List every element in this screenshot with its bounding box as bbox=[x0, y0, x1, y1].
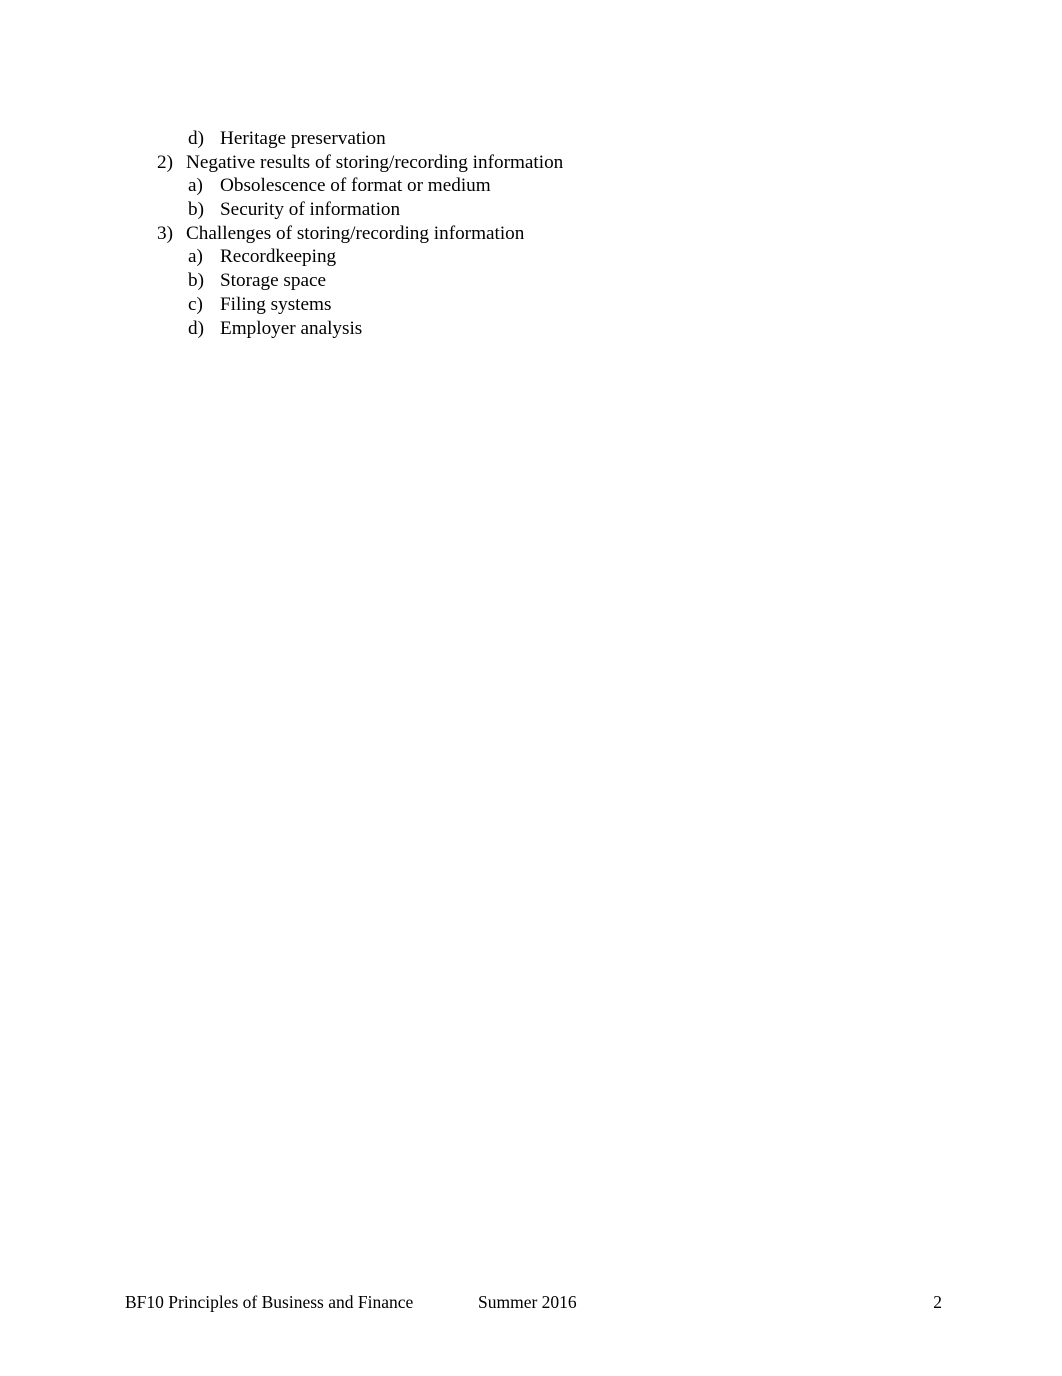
list-item: a) Obsolescence of format or medium bbox=[0, 174, 1062, 198]
list-item-marker: b) bbox=[188, 199, 204, 221]
list-item-marker: a) bbox=[188, 246, 203, 268]
list-item: 2) Negative results of storing/recording… bbox=[0, 151, 1062, 175]
list-item-label: Heritage preservation bbox=[220, 128, 386, 149]
list-item: d) Employer analysis bbox=[0, 317, 1062, 341]
list-item-label: Challenges of storing/recording informat… bbox=[186, 222, 525, 244]
list-item-marker: c) bbox=[188, 293, 203, 315]
list-item: c) Filing systems bbox=[0, 293, 1062, 317]
list-item: b) Storage space bbox=[0, 269, 1062, 293]
list-item-marker: d) bbox=[188, 128, 204, 149]
list-item-marker: a) bbox=[188, 175, 203, 197]
list-item-marker: b) bbox=[188, 270, 204, 292]
list-item-label: Filing systems bbox=[220, 293, 332, 315]
list-item: a) Recordkeeping bbox=[0, 245, 1062, 269]
footer-page-number: 2 bbox=[933, 1292, 942, 1312]
list-item-label: Storage space bbox=[220, 270, 327, 292]
list-item-marker: 3) bbox=[157, 222, 173, 244]
list-item-label: Negative results of storing/recording in… bbox=[186, 151, 564, 173]
list-item-label: Employer analysis bbox=[220, 317, 363, 339]
list-item-marker: d) bbox=[188, 317, 204, 339]
list-item-label: Security of information bbox=[220, 199, 401, 221]
list-item-marker: 2) bbox=[157, 151, 173, 173]
page-footer: BF10 Principles of Business and Finance … bbox=[0, 1289, 1062, 1315]
list-item: d) Heritage preservation bbox=[0, 127, 1062, 151]
list-item: 3) Challenges of storing/recording infor… bbox=[0, 222, 1062, 246]
document-page: d) Heritage preservation 2) Negative res… bbox=[0, 0, 1062, 1376]
list-item-label: Obsolescence of format or medium bbox=[220, 175, 491, 197]
outline-list: d) Heritage preservation 2) Negative res… bbox=[0, 127, 1062, 340]
list-item-label: Recordkeeping bbox=[220, 246, 337, 268]
list-item: b) Security of information bbox=[0, 198, 1062, 222]
